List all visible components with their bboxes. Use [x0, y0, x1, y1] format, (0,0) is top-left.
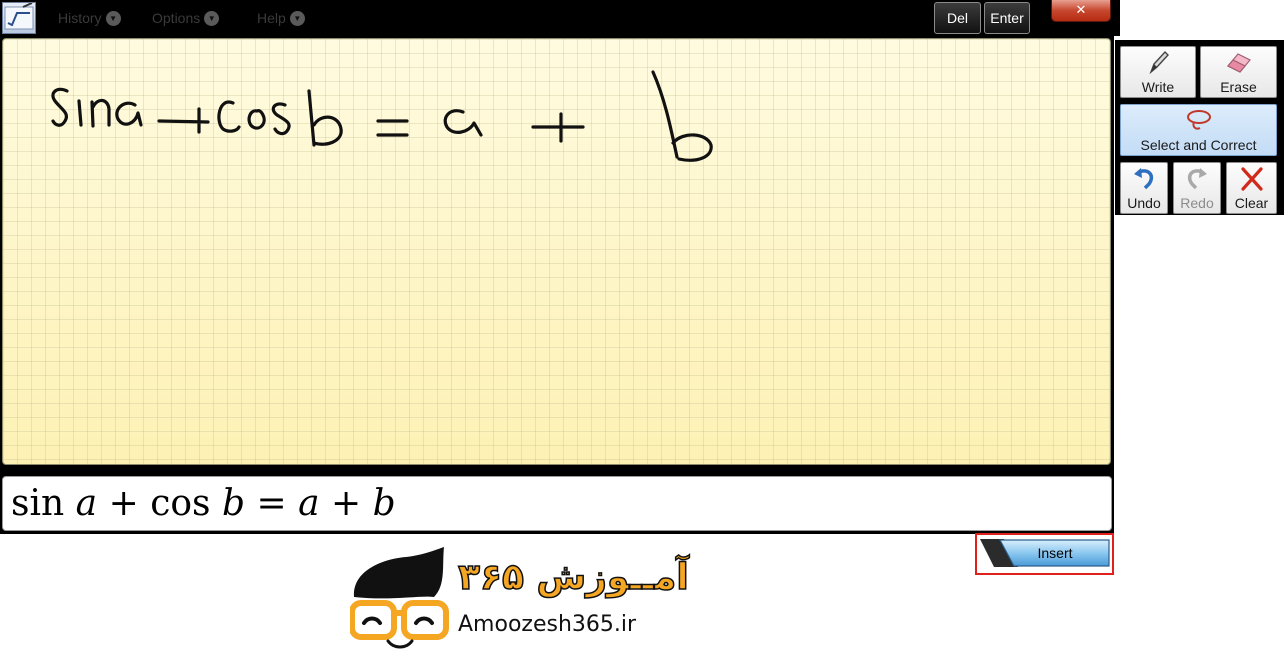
preview-plus: + — [108, 483, 139, 524]
preview-sin: sin — [11, 483, 65, 524]
select-and-correct-label: Select and Correct — [1140, 137, 1257, 153]
erase-button[interactable]: Erase — [1200, 46, 1277, 98]
preview-var-a: a — [298, 483, 320, 524]
preview-cos: cos — [150, 483, 211, 524]
del-button[interactable]: Del — [934, 2, 981, 34]
logo-site: Amoozesh365.ir — [458, 612, 637, 637]
write-button[interactable]: Write — [1120, 46, 1196, 98]
erase-label: Erase — [1220, 79, 1257, 95]
insert-label: Insert — [1037, 545, 1073, 561]
preview-var-b: b — [221, 483, 245, 524]
close-icon: ✕ — [1075, 3, 1087, 18]
menu-history-label: History — [58, 10, 102, 26]
preview-var-a: a — [75, 483, 98, 524]
app-icon[interactable] — [2, 2, 36, 34]
preview-plus: + — [331, 483, 362, 524]
menu-bar: History ▼ Options ▼ Help ▼ Del Enter — [0, 0, 1120, 36]
menu-options-label: Options — [152, 10, 201, 26]
clear-icon — [1240, 167, 1263, 191]
close-button[interactable]: ✕ — [1051, 0, 1111, 22]
select-and-correct-button[interactable]: Select and Correct — [1120, 104, 1277, 156]
menu-help-label: Help — [257, 10, 286, 26]
undo-label: Undo — [1127, 195, 1161, 211]
logo-text: آمــوزش ۳۶۵ — [458, 554, 690, 598]
menu-options[interactable]: Options ▼ — [152, 8, 220, 28]
redo-button[interactable]: Redo — [1173, 162, 1221, 214]
preview-var-b: b — [372, 483, 396, 524]
write-label: Write — [1141, 79, 1175, 95]
undo-button[interactable]: Undo — [1120, 162, 1168, 214]
lasso-icon — [1186, 110, 1211, 130]
redo-icon — [1187, 168, 1207, 190]
handwritten-ink — [51, 70, 713, 162]
math-preview: sin a + cos b = a + b — [2, 476, 1112, 531]
redo-label: Redo — [1180, 195, 1214, 211]
chevron-down-icon: ▼ — [289, 10, 305, 26]
preview-equals: = — [256, 483, 287, 524]
writing-pad[interactable] — [2, 38, 1111, 465]
undo-icon — [1134, 168, 1154, 190]
chevron-down-icon: ▼ — [204, 10, 220, 26]
amoozesh365-logo: آمــوزش ۳۶۵ Amoozesh365.ir — [350, 547, 691, 649]
enter-button[interactable]: Enter — [984, 2, 1030, 34]
clear-label: Clear — [1234, 195, 1269, 211]
math-input-icon — [4, 2, 34, 30]
pen-icon — [1149, 50, 1169, 75]
chevron-down-icon: ▼ — [105, 10, 121, 26]
menu-history[interactable]: History ▼ — [58, 8, 121, 28]
eraser-icon — [1226, 53, 1251, 73]
clear-button[interactable]: Clear — [1226, 162, 1277, 214]
menu-help[interactable]: Help ▼ — [257, 8, 305, 28]
